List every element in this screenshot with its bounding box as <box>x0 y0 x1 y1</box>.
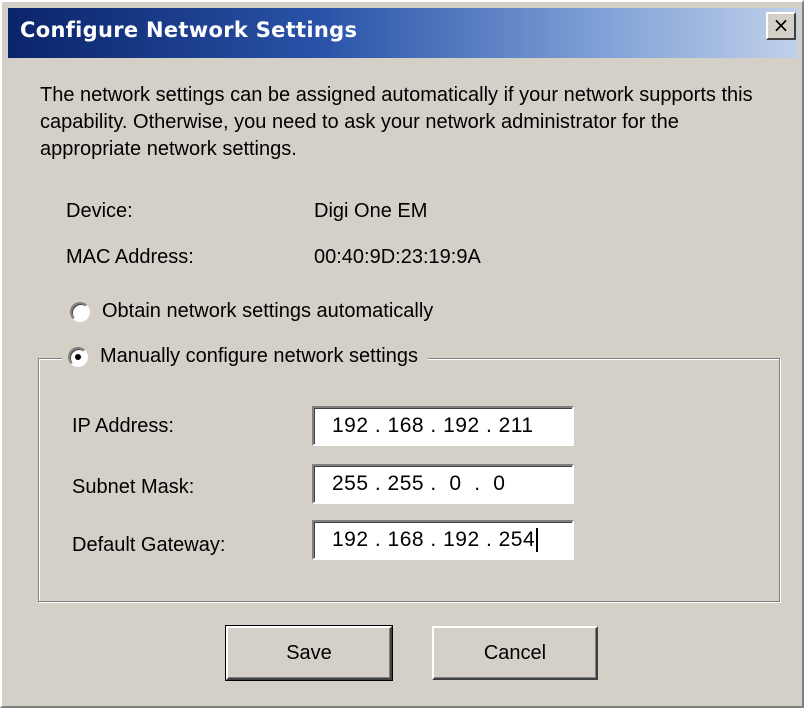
ip-address-field[interactable]: 192 . 168 . 192 . 211 <box>312 406 574 446</box>
radio-manual-icon[interactable] <box>68 346 88 367</box>
device-label: Device: <box>66 200 133 222</box>
window-title: Configure Network Settings <box>20 18 358 42</box>
close-icon: × <box>772 13 790 37</box>
cancel-button[interactable]: Cancel <box>432 626 598 680</box>
subnet-mask-field[interactable]: 255 . 255 . 0 . 0 <box>312 464 574 504</box>
save-button[interactable]: Save <box>225 625 393 681</box>
radio-auto-label[interactable]: Obtain network settings automatically <box>102 300 433 323</box>
text-caret <box>536 528 539 552</box>
ip-address-label: IP Address: <box>72 415 174 437</box>
radio-manual-label[interactable]: Manually configure network settings <box>100 345 418 368</box>
close-button[interactable]: × <box>766 12 796 40</box>
mac-address-value: 00:40:9D:23:19:9A <box>314 246 481 268</box>
radio-auto-icon[interactable] <box>70 301 90 322</box>
title-bar[interactable]: Configure Network Settings <box>8 8 798 58</box>
description-text: The network settings can be assigned aut… <box>40 84 753 160</box>
default-gateway-field[interactable]: 192 . 168 . 192 . 254 <box>312 520 574 560</box>
radio-configure-manually[interactable]: Manually configure network settings <box>62 345 428 368</box>
default-gateway-label: Default Gateway: <box>72 534 226 556</box>
subnet-mask-label: Subnet Mask: <box>72 476 195 498</box>
mac-address-label: MAC Address: <box>66 246 194 268</box>
radio-obtain-automatically[interactable]: Obtain network settings automatically <box>70 300 433 323</box>
device-value: Digi One EM <box>314 200 428 222</box>
default-gateway-value[interactable]: 192 . 168 . 192 . 254 <box>332 528 535 552</box>
configure-network-dialog: Configure Network Settings × The network… <box>0 0 804 708</box>
